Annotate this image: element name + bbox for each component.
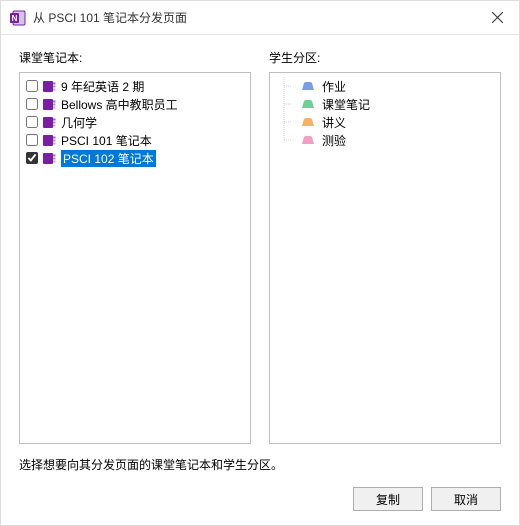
notebook-checkbox[interactable] xyxy=(26,116,38,128)
notebook-icon xyxy=(43,99,56,110)
notebook-icon xyxy=(43,135,56,146)
notebook-item[interactable]: Bellows 高中教职员工 xyxy=(26,95,244,113)
section-label: 课堂笔记 xyxy=(322,96,370,113)
section-tab-icon xyxy=(300,99,316,109)
cancel-button[interactable]: 取消 xyxy=(431,487,501,511)
button-row: 复制 取消 xyxy=(19,487,501,511)
notebook-label: PSCI 101 笔记本 xyxy=(61,132,152,149)
tree-branch-icon xyxy=(280,77,294,95)
sections-list[interactable]: 作业课堂笔记讲义测验 xyxy=(269,72,501,444)
close-button[interactable] xyxy=(475,1,519,34)
content-area: 课堂笔记本: 9 年纪英语 2 期Bellows 高中教职员工几何学PSCI 1… xyxy=(1,35,519,448)
onenote-icon: N xyxy=(9,9,27,27)
notebook-checkbox[interactable] xyxy=(26,134,38,146)
section-tab-icon xyxy=(300,117,316,127)
notebook-item[interactable]: PSCI 102 笔记本 xyxy=(26,149,244,167)
notebook-item[interactable]: PSCI 101 笔记本 xyxy=(26,131,244,149)
title-bar: N 从 PSCI 101 笔记本分发页面 xyxy=(1,1,519,35)
notebook-icon xyxy=(43,117,56,128)
notebooks-pane: 课堂笔记本: 9 年纪英语 2 期Bellows 高中教职员工几何学PSCI 1… xyxy=(19,49,251,444)
section-item[interactable]: 作业 xyxy=(276,77,494,95)
notebook-checkbox[interactable] xyxy=(26,98,38,110)
copy-button[interactable]: 复制 xyxy=(353,487,423,511)
notebook-checkbox[interactable] xyxy=(26,152,38,164)
notebook-checkbox[interactable] xyxy=(26,80,38,92)
notebook-item[interactable]: 9 年纪英语 2 期 xyxy=(26,77,244,95)
section-tab-icon xyxy=(300,135,316,145)
notebook-item[interactable]: 几何学 xyxy=(26,113,244,131)
close-icon xyxy=(492,12,503,23)
section-item[interactable]: 测验 xyxy=(276,131,494,149)
section-label: 讲义 xyxy=(322,114,346,131)
notebooks-label: 课堂笔记本: xyxy=(19,49,251,66)
section-tab-icon xyxy=(300,81,316,91)
notebook-label: 9 年纪英语 2 期 xyxy=(61,78,144,95)
section-label: 作业 xyxy=(322,78,346,95)
notebook-icon xyxy=(43,153,56,164)
svg-text:N: N xyxy=(12,14,18,23)
hint-text: 选择想要向其分发页面的课堂笔记本和学生分区。 xyxy=(19,456,501,473)
window-title: 从 PSCI 101 笔记本分发页面 xyxy=(33,9,187,26)
sections-label: 学生分区: xyxy=(269,49,501,66)
notebook-label: Bellows 高中教职员工 xyxy=(61,96,178,113)
section-label: 测验 xyxy=(322,132,346,149)
tree-branch-icon xyxy=(280,131,294,149)
notebooks-list[interactable]: 9 年纪英语 2 期Bellows 高中教职员工几何学PSCI 101 笔记本P… xyxy=(19,72,251,444)
sections-pane: 学生分区: 作业课堂笔记讲义测验 xyxy=(269,49,501,444)
tree-branch-icon xyxy=(280,113,294,131)
section-item[interactable]: 讲义 xyxy=(276,113,494,131)
section-item[interactable]: 课堂笔记 xyxy=(276,95,494,113)
notebook-icon xyxy=(43,81,56,92)
footer: 选择想要向其分发页面的课堂笔记本和学生分区。 复制 取消 xyxy=(1,448,519,525)
tree-branch-icon xyxy=(280,95,294,113)
notebook-label: PSCI 102 笔记本 xyxy=(61,150,156,167)
notebook-label: 几何学 xyxy=(61,114,97,131)
